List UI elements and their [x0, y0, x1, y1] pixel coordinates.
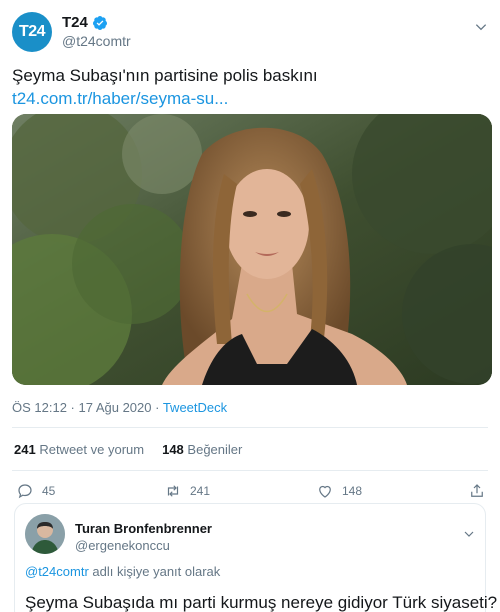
like-button[interactable]: 148: [316, 482, 362, 500]
tweet-source[interactable]: TweetDeck: [163, 400, 227, 415]
share-button[interactable]: [468, 482, 486, 500]
reply-to-suffix: adlı kişiye yanıt olarak: [88, 564, 221, 579]
reply-count: 45: [42, 484, 56, 498]
tweet-text: Şeyma Subaşı'nın partisine polis baskını: [12, 66, 318, 85]
retweet-count: 241: [190, 484, 211, 498]
tweet-header: T24 T24 @t24comtr: [12, 12, 488, 52]
reply-author-name[interactable]: Turan Bronfenbrenner: [75, 521, 212, 536]
chevron-down-icon[interactable]: [474, 20, 488, 34]
tweet-timestamp: ÖS 12:12 · 17 Ağu 2020 · TweetDeck: [12, 400, 227, 415]
reply-author-handle[interactable]: @ergenekonccu: [75, 538, 170, 553]
photo-illustration: [12, 114, 492, 385]
retweets-stat[interactable]: 241 Retweet ve yorum: [14, 442, 144, 457]
chevron-down-icon[interactable]: [463, 528, 475, 540]
author-name-line: T24: [62, 14, 108, 31]
retweet-button[interactable]: 241: [164, 482, 210, 500]
retweet-icon: [167, 485, 179, 497]
likes-stat[interactable]: 148 Beğeniler: [162, 442, 242, 457]
author-display-name[interactable]: T24: [62, 14, 88, 31]
avatar[interactable]: T24: [12, 12, 52, 52]
person-avatar-icon: [25, 514, 65, 554]
divider: [12, 427, 488, 428]
divider: [12, 470, 488, 471]
reply-to-mention[interactable]: @t24comtr: [25, 564, 89, 579]
author-handle[interactable]: @t24comtr: [62, 33, 131, 49]
likes-label: Beğeniler: [187, 442, 243, 457]
reply-to-line: @t24comtr adlı kişiye yanıt olarak: [25, 564, 220, 579]
like-icon: [319, 485, 331, 498]
like-count: 148: [342, 484, 363, 498]
tweet-link[interactable]: t24.com.tr/haber/seyma-su...: [12, 89, 228, 109]
reply-button[interactable]: 45: [16, 482, 55, 500]
tweet-actions: 45 241 148: [12, 482, 488, 504]
tweet-time[interactable]: ÖS 12:12 · 17 Ağu 2020 ·: [12, 400, 163, 415]
retweets-count: 241: [14, 442, 36, 457]
verified-icon: [92, 15, 107, 30]
retweets-label: Retweet ve yorum: [39, 442, 145, 457]
reply-text: Şeyma Subaşıda mı parti kurmuş nereye gi…: [25, 593, 498, 612]
tweet-stats: 241 Retweet ve yorum 148 Beğeniler: [14, 442, 242, 457]
share-icon: [471, 484, 483, 497]
likes-count: 148: [162, 442, 184, 457]
reply-icon: [18, 484, 32, 499]
reply-avatar[interactable]: [25, 514, 65, 554]
tweet-photo[interactable]: [12, 114, 492, 385]
reply-tweet[interactable]: Turan Bronfenbrenner @ergenekonccu @t24c…: [14, 503, 497, 612]
